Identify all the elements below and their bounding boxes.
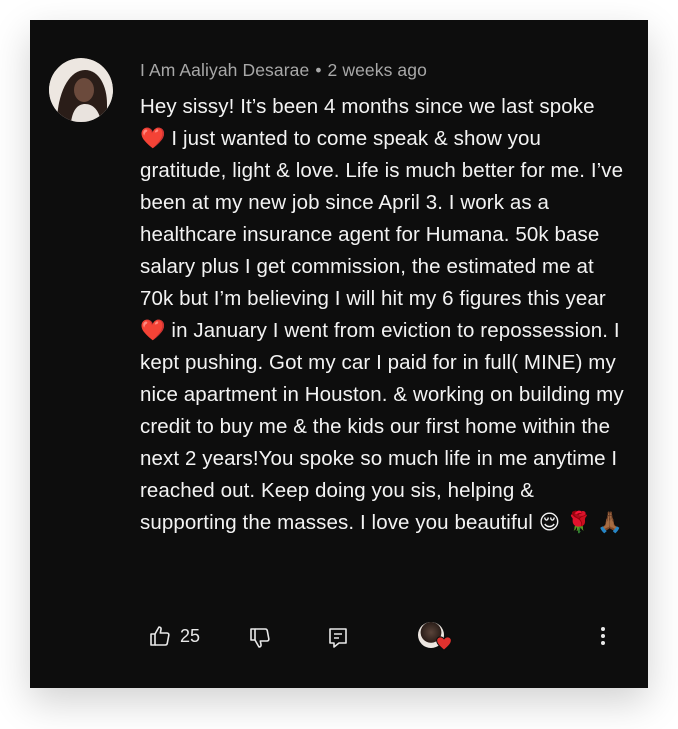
more-vertical-icon — [598, 624, 608, 648]
heart-emoji: ❤️ — [140, 127, 166, 150]
comment-actions: 25 — [30, 620, 648, 656]
creator-heart-badge — [418, 622, 452, 651]
comment-text-part-3: in January I went from eviction to repos… — [140, 319, 624, 534]
folded-hands-emoji: 🙏🏾 — [597, 511, 624, 534]
like-count: 25 — [180, 625, 201, 646]
thumbs-down-icon — [248, 626, 272, 650]
comment-text-part-2: I just wanted to come speak & show you g… — [140, 127, 624, 310]
creator-avatar — [418, 622, 452, 651]
reply-icon — [326, 626, 350, 650]
comment-meta: I Am Aaliyah Desarae • 2 weeks ago — [140, 60, 427, 81]
author-avatar[interactable] — [49, 58, 113, 122]
creator-heart-icon — [436, 636, 452, 651]
comment-card: I Am Aaliyah Desarae • 2 weeks ago Hey sis… — [30, 20, 648, 688]
author-name[interactable]: I Am Aaliyah Desarae — [140, 60, 309, 80]
more-options-button[interactable] — [598, 624, 608, 648]
comment-text: Hey sissy! It’s been 4 months since we l… — [140, 91, 625, 539]
thumbs-up-icon — [148, 624, 172, 648]
relieved-face-emoji: 😌 — [538, 511, 561, 534]
like-button[interactable]: 25 — [148, 624, 200, 648]
dislike-button[interactable] — [248, 626, 272, 650]
meta-separator: • — [315, 60, 322, 80]
comment-timestamp[interactable]: 2 weeks ago — [328, 60, 427, 80]
rose-emoji: 🌹 — [565, 511, 592, 534]
reply-button[interactable] — [326, 626, 350, 650]
comment-text-part-1: Hey sissy! It’s been 4 months since we l… — [140, 95, 595, 118]
heart-emoji: ❤️ — [140, 319, 166, 342]
